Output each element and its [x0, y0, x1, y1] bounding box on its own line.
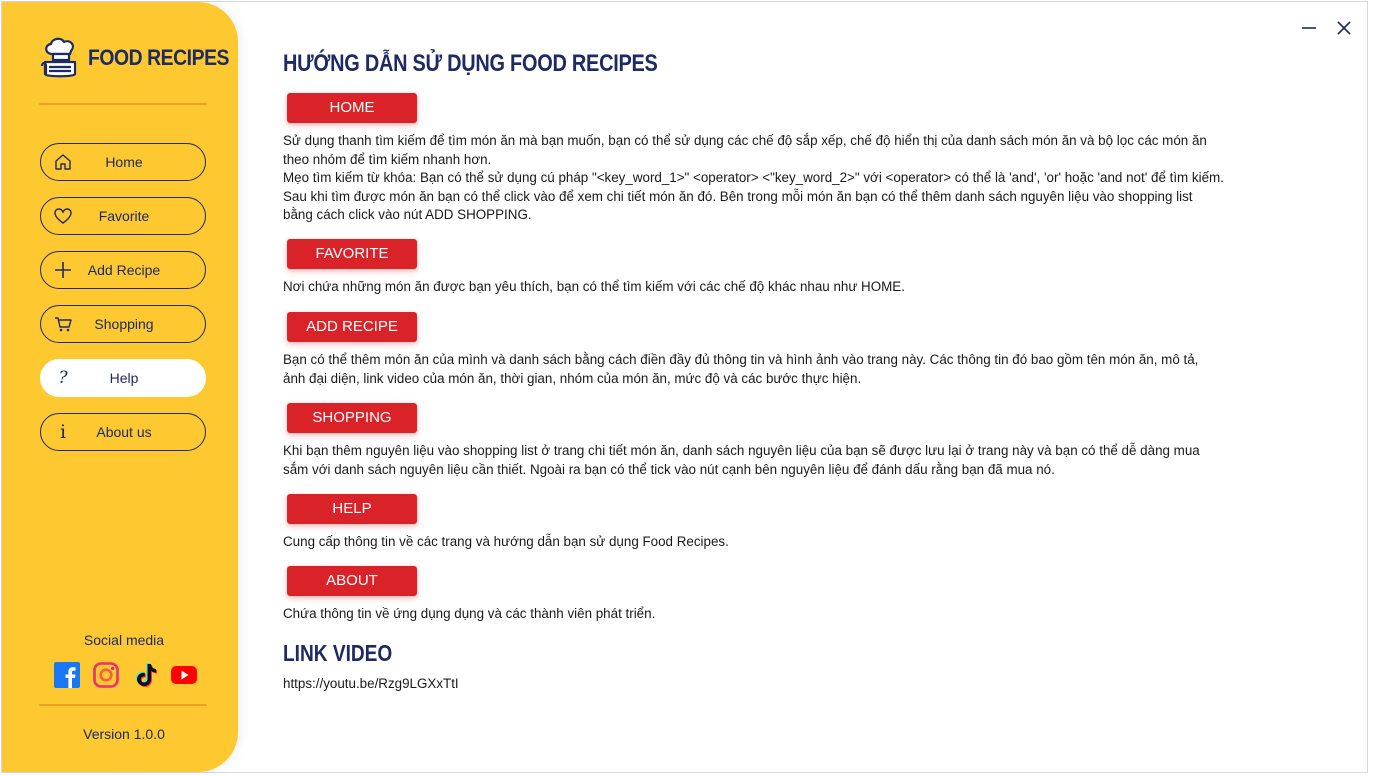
text-line: Nơi chứa những món ăn được bạn yêu thích…: [283, 279, 905, 294]
chef-hat-icon: [40, 37, 77, 78]
section-label: ADD RECIPE: [287, 312, 417, 342]
text-line: Sau khi tìm được món ăn bạn có thể click…: [283, 188, 1193, 204]
social-links: [54, 662, 197, 688]
text-line: Sử dụng thanh tìm kiếm để tìm món ăn mà …: [283, 133, 1207, 148]
close-icon[interactable]: [1334, 18, 1354, 38]
section-help: HELP Cung cấp thông tin về các trang và …: [283, 494, 1313, 552]
text-line: ảnh đại diện, link video của món ăn, thờ…: [283, 370, 862, 386]
sidebar-divider-bottom: [39, 704, 207, 706]
section-label: FAVORITE: [287, 239, 417, 269]
section-label: HELP: [287, 494, 417, 524]
info-icon: i: [59, 421, 67, 443]
minimize-icon[interactable]: [1299, 18, 1319, 38]
sidebar-divider: [39, 103, 207, 105]
section-shopping: SHOPPING Khi bạn thêm nguyên liệu vào sh…: [283, 403, 1313, 479]
plus-icon: [53, 261, 73, 279]
section-about: ABOUT Chứa thông tin về ứng dụng dụng và…: [283, 566, 1313, 624]
help-content: HƯỚNG DẪN SỬ DỤNG FOOD RECIPES: [283, 50, 1313, 78]
text-line: Chứa thông tin về ứng dụng dụng và các t…: [283, 606, 656, 621]
text-line: Khi bạn thêm nguyên liệu vào shopping li…: [283, 443, 1200, 458]
text-line: theo nhóm để tìm kiếm nhanh hơn.: [283, 151, 492, 167]
nav-add-recipe[interactable]: Add Recipe: [40, 251, 206, 289]
cart-icon: [53, 315, 73, 333]
section-text: Sử dụng thanh tìm kiếm để tìm món ăn mà …: [283, 132, 1313, 225]
section-text: Nơi chứa những món ăn được bạn yêu thích…: [283, 278, 1313, 297]
question-icon: ?: [58, 368, 68, 388]
social-media-label: Social media: [83, 632, 165, 648]
section-text: Khi bạn thêm nguyên liệu vào shopping li…: [283, 442, 1313, 479]
text-line: sắm với danh sách nguyên liệu cần thiết.…: [283, 461, 1055, 477]
facebook-icon[interactable]: [54, 662, 80, 688]
section-label: HOME: [287, 93, 417, 123]
tiktok-icon[interactable]: [132, 662, 158, 688]
text-line: bằng cách click vào nút ADD SHOPPING.: [283, 207, 532, 222]
nav-favorite[interactable]: Favorite: [40, 197, 206, 235]
nav-help[interactable]: ? Help: [40, 359, 206, 397]
section-favorite: FAVORITE Nơi chứa những món ăn được bạn …: [283, 239, 1313, 297]
text-line: Bạn có thể thêm món ăn của mình và danh …: [283, 352, 1199, 367]
nav-about-us[interactable]: i About us: [40, 413, 206, 451]
section-label: SHOPPING: [287, 403, 417, 433]
text-line: Mẹo tìm kiếm từ khóa: Bạn có thể sử dụng…: [283, 170, 1224, 185]
heart-icon: [53, 207, 73, 225]
nav-home[interactable]: Home: [40, 143, 206, 181]
instagram-icon[interactable]: [93, 662, 119, 688]
page-title: HƯỚNG DẪN SỬ DỤNG FOOD RECIPES: [283, 50, 658, 77]
section-text: Chứa thông tin về ứng dụng dụng và các t…: [283, 605, 1313, 624]
youtube-icon[interactable]: [171, 662, 197, 688]
brand: FOOD RECIPES: [40, 36, 248, 80]
sidebar: FOOD RECIPES Home Favorite Add Recipe Sh…: [2, 2, 238, 772]
video-link[interactable]: https://youtu.be/Rzg9LGXxTtI: [283, 676, 459, 691]
section-text: Bạn có thể thêm món ăn của mình và danh …: [283, 351, 1313, 388]
version-label: Version 1.0.0: [83, 726, 165, 742]
section-label: ABOUT: [287, 566, 417, 596]
nav-shopping[interactable]: Shopping: [40, 305, 206, 343]
link-video-heading: LINK VIDEO: [283, 640, 393, 666]
section-add-recipe: ADD RECIPE Bạn có thể thêm món ăn của mì…: [283, 312, 1313, 388]
section-text: Cung cấp thông tin về các trang và hướng…: [283, 533, 1313, 552]
section-home: HOME Sử dụng thanh tìm kiếm để tìm món ă…: [283, 93, 1313, 225]
text-line: Cung cấp thông tin về các trang và hướng…: [283, 534, 729, 549]
home-icon: [53, 153, 73, 171]
app-title: FOOD RECIPES: [88, 45, 230, 70]
